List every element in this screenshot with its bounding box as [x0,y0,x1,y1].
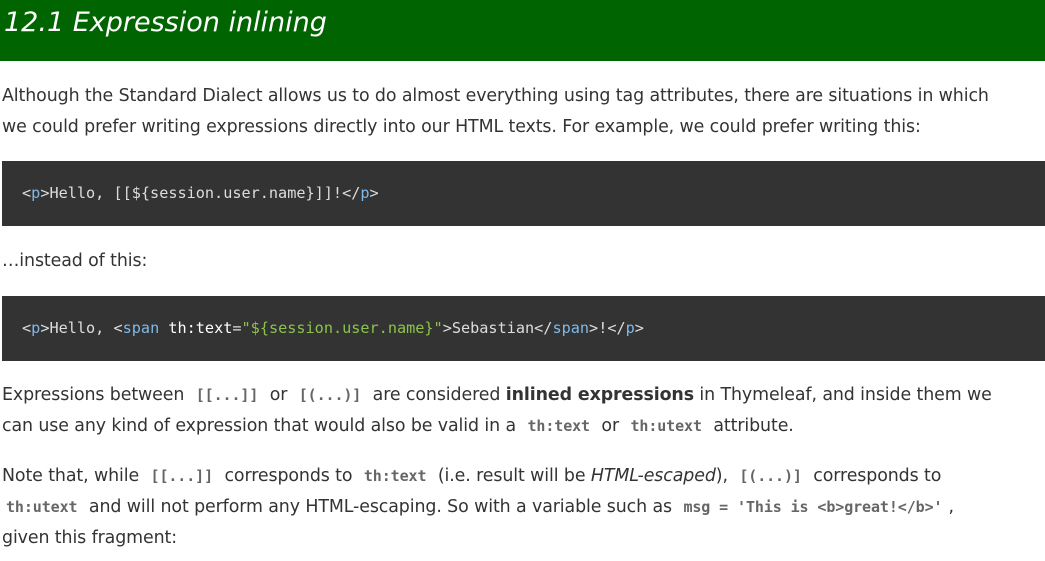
code-close-tag-p: p [360,184,370,202]
code2-span-lt: < [113,319,123,337]
code2-p-close-gt: > [634,319,644,337]
p3-em-html-escaped: HTML-escaped [590,466,716,486]
code2-span-close-gt: > [589,319,599,337]
instead-text: …instead of this: [2,251,148,271]
p2-text-3: are considered [372,385,501,405]
p3-text-8: given this fragment: [2,528,177,548]
p2-text-5: can use any kind of expression that woul… [2,416,517,436]
code-block-inlined: <p>Hello, [[${session.user.name}]]!</p> [2,161,1045,226]
code2-p-close-lt: </ [607,319,626,337]
code2-p-close-tag: p [625,319,635,337]
p2-bold-inlined-expressions: inlined expressions [505,385,694,405]
code-text: Hello, [[${session.user.name}]]! [49,184,343,202]
inlined-expressions-paragraph: Expressions between [[...]] or [(...)] a… [2,380,1040,442]
intro-paragraph: Although the Standard Dialect allows us … [2,81,1040,143]
p2-text-4: in Thymeleaf, and inside them we [699,385,992,405]
p3-code-th-text: th:text [363,467,427,485]
code2-p-tag: p [31,319,41,337]
p2-text-1: Expressions between [2,385,185,405]
instead-paragraph: …instead of this: [2,246,1040,277]
p3-code-msg-variable: msg = 'This is <b>great!</b>' [683,498,943,516]
code2-hello: Hello, [49,319,114,337]
p2-text-6: or [601,416,620,436]
code-lt: < [22,184,32,202]
code-close-lt: </ [342,184,361,202]
section-title: 12.1 Expression inlining [4,7,327,38]
p2-code-th-text: th:text [527,417,590,435]
code2-span-tag: span [122,319,160,337]
p3-text-4: ), [715,466,728,486]
intro-line-1: Although the Standard Dialect allows us … [2,86,989,106]
code2-p-lt: < [22,319,32,337]
code2-attr-name: th:text [159,319,233,337]
p3-code-paren-bracket: [(...)] [739,467,802,485]
p3-code-double-bracket: [[...]] [150,467,214,485]
p2-text-7: attribute. [713,416,794,436]
code-close-gt: > [369,184,379,202]
intro-line-2: we could prefer writing expressions dire… [2,117,921,137]
p3-code-th-utext: th:utext [6,498,78,516]
p3-text-5: corresponds to [813,466,942,486]
code-block-attribute: <p>Hello, <span th:text="${session.user.… [2,296,1045,361]
code-tag-p: p [31,184,41,202]
p2-code-th-utext: th:utext [630,417,702,435]
code2-equals: = [232,319,242,337]
code2-span-gt: > [442,319,452,337]
code2-bang: ! [598,319,608,337]
p3-text-3: (i.e. result will be [437,466,586,486]
code2-span-close-tag: span [552,319,590,337]
p2-code-double-bracket: [[...]] [195,386,259,404]
p3-text-7: , [948,497,954,517]
code2-span-close-lt: </ [534,319,553,337]
p3-text-2: corresponds to [224,466,353,486]
p3-text-1: Note that, while [2,466,140,486]
p2-text-2: or [269,385,288,405]
escaping-note-paragraph: Note that, while [[...]] corresponds to … [2,461,1040,554]
code2-attr-value: "${session.user.name}" [241,319,443,337]
section-header: 12.1 Expression inlining [0,0,1045,61]
p2-code-paren-bracket: [(...)] [298,386,362,404]
code2-sebastian: Sebastian [451,319,535,337]
p3-text-6: and will not perform any HTML-escaping. … [88,497,672,517]
